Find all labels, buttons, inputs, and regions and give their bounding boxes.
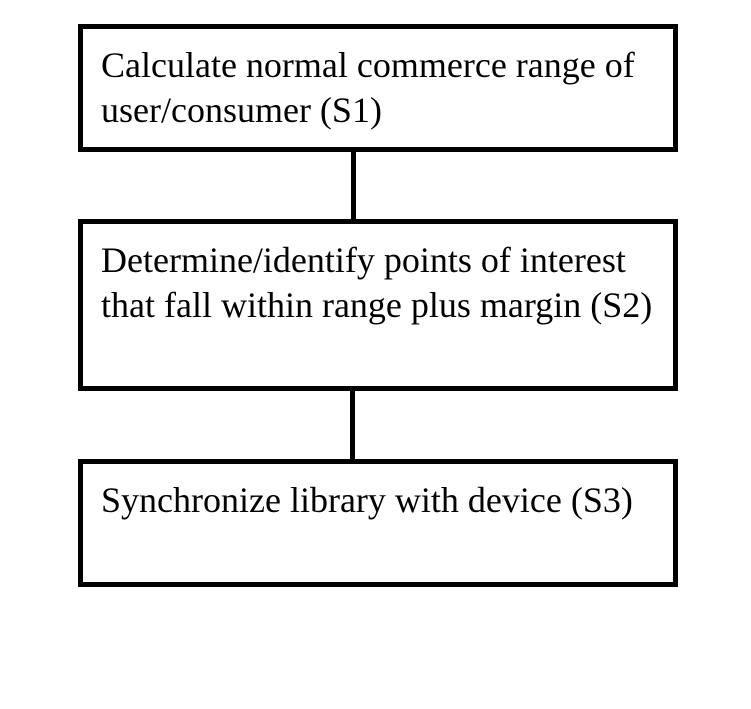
step-s2-text: Determine/identify points of interest th…: [101, 240, 652, 325]
connector-s1-s2: [351, 152, 356, 219]
step-s2: Determine/identify points of interest th…: [78, 219, 678, 391]
connector-s2-s3: [350, 391, 355, 459]
step-s1-text: Calculate normal commerce range of user/…: [101, 45, 635, 130]
step-s3: Synchronize library with device (S3): [78, 459, 678, 587]
step-s1: Calculate normal commerce range of user/…: [78, 24, 678, 152]
step-s3-text: Synchronize library with device (S3): [101, 480, 633, 520]
flowchart: Calculate normal commerce range of user/…: [0, 0, 751, 709]
